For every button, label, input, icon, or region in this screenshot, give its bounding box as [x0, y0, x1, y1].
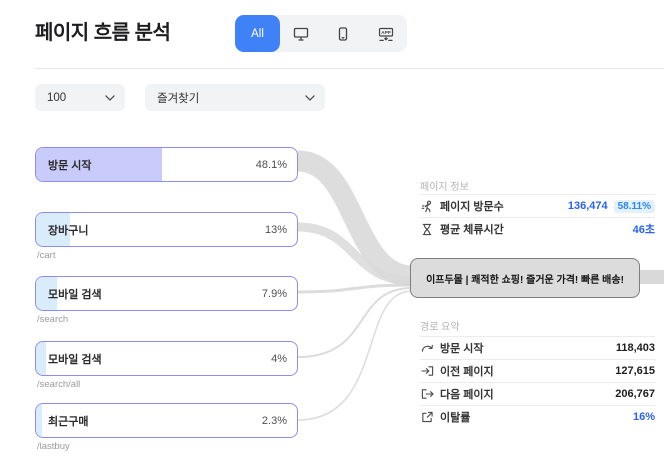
svg-text:APP: APP — [381, 30, 390, 35]
page-visits-share-badge: 58.11% — [614, 200, 655, 213]
next-page-row: 다음 페이지 206,767 — [420, 382, 655, 405]
device-filter: All APP — [235, 15, 407, 52]
node-percent: 48.1% — [256, 159, 287, 171]
avg-duration-label: 평균 체류시간 — [440, 221, 504, 237]
selected-page-tooltip[interactable]: 이프두몰 | 쾌적한 쇼핑! 즐거운 가격! 빠른 배송! — [410, 258, 640, 298]
node-label: 모바일 검색 — [48, 351, 102, 367]
node-label: 방문 시작 — [48, 157, 92, 173]
node-percent: 7.9% — [262, 288, 287, 300]
curved-arrow-icon — [420, 343, 434, 353]
node-percent: 4% — [271, 353, 287, 365]
page-visits-row: 페이지 방문수 136,474 58.11% — [420, 194, 655, 217]
avg-duration-row: 평균 체류시간 46초 — [420, 217, 655, 240]
flow-node-cart[interactable]: 장바구니 13% — [35, 212, 298, 247]
node-path-url: /search/all — [37, 379, 80, 390]
prev-page-icon — [420, 365, 434, 377]
app-icon: APP — [378, 27, 394, 41]
node-fill-bar — [36, 342, 46, 375]
chevron-down-icon — [305, 95, 315, 101]
prev-page-row: 이전 페이지 127,615 — [420, 359, 655, 382]
flow-node-search-all[interactable]: 모바일 검색 4% — [35, 341, 298, 376]
header-divider — [35, 68, 664, 69]
device-filter-app-button[interactable]: APP — [365, 15, 407, 52]
node-label: 최근구매 — [48, 413, 88, 429]
page-title: 페이지 흐름 분석 — [35, 16, 170, 45]
node-label: 모바일 검색 — [48, 286, 102, 302]
node-percent: 2.3% — [262, 415, 287, 427]
desktop-icon — [293, 27, 309, 41]
exit-rate-icon — [420, 411, 434, 423]
path-summary-section-label: 경로 요약 — [420, 318, 460, 333]
path-summary-rows: 방문 시작 118,403 이전 페이지 127,615 다음 페이지 206,… — [420, 336, 655, 428]
device-filter-all-button[interactable]: All — [235, 15, 280, 52]
exit-rate-value: 16% — [633, 411, 655, 423]
device-filter-mobile-button[interactable] — [322, 15, 364, 52]
node-label: 장바구니 — [48, 222, 88, 238]
mobile-icon — [338, 27, 348, 41]
device-filter-desktop-button[interactable] — [280, 15, 322, 52]
node-path-url: /cart — [37, 250, 55, 261]
category-dropdown-value: 즐겨찾기 — [157, 90, 199, 106]
node-path-url: /lastbuy — [37, 441, 70, 452]
next-page-value: 206,767 — [615, 388, 655, 400]
category-dropdown[interactable]: 즐겨찾기 — [145, 84, 325, 111]
page-flow-analysis-app: 페이지 흐름 분석 All APP 100 즐겨찾기 — [0, 0, 664, 464]
node-percent: 13% — [265, 224, 287, 236]
visit-start-label: 방문 시작 — [440, 340, 484, 356]
flow-node-visit-start[interactable]: 방문 시작 48.1% — [35, 147, 298, 182]
prev-page-value: 127,615 — [615, 365, 655, 377]
node-path-url: /search — [37, 314, 68, 325]
page-visits-label: 페이지 방문수 — [440, 198, 504, 214]
page-info-rows: 페이지 방문수 136,474 58.11% 평균 체류시간 46초 — [420, 194, 655, 240]
page-info-section-label: 페이지 정보 — [420, 178, 469, 193]
chevron-down-icon — [105, 95, 115, 101]
flow-node-search[interactable]: 모바일 검색 7.9% — [35, 276, 298, 311]
visit-start-row: 방문 시작 118,403 — [420, 336, 655, 359]
hourglass-icon — [420, 223, 434, 236]
visit-start-value: 118,403 — [616, 342, 655, 354]
flow-node-lastbuy[interactable]: 최근구매 2.3% — [35, 403, 298, 438]
page-visits-value: 136,474 — [568, 200, 608, 212]
prev-page-label: 이전 페이지 — [440, 363, 494, 379]
avg-duration-value: 46초 — [633, 221, 655, 237]
next-page-label: 다음 페이지 — [440, 386, 494, 402]
exit-rate-row: 이탈률 16% — [420, 405, 655, 428]
visitor-icon — [420, 200, 434, 213]
exit-rate-label: 이탈률 — [440, 409, 470, 425]
next-page-icon — [420, 388, 434, 400]
node-fill-bar — [36, 404, 42, 437]
limit-dropdown-value: 100 — [47, 92, 66, 104]
limit-dropdown[interactable]: 100 — [35, 84, 125, 111]
